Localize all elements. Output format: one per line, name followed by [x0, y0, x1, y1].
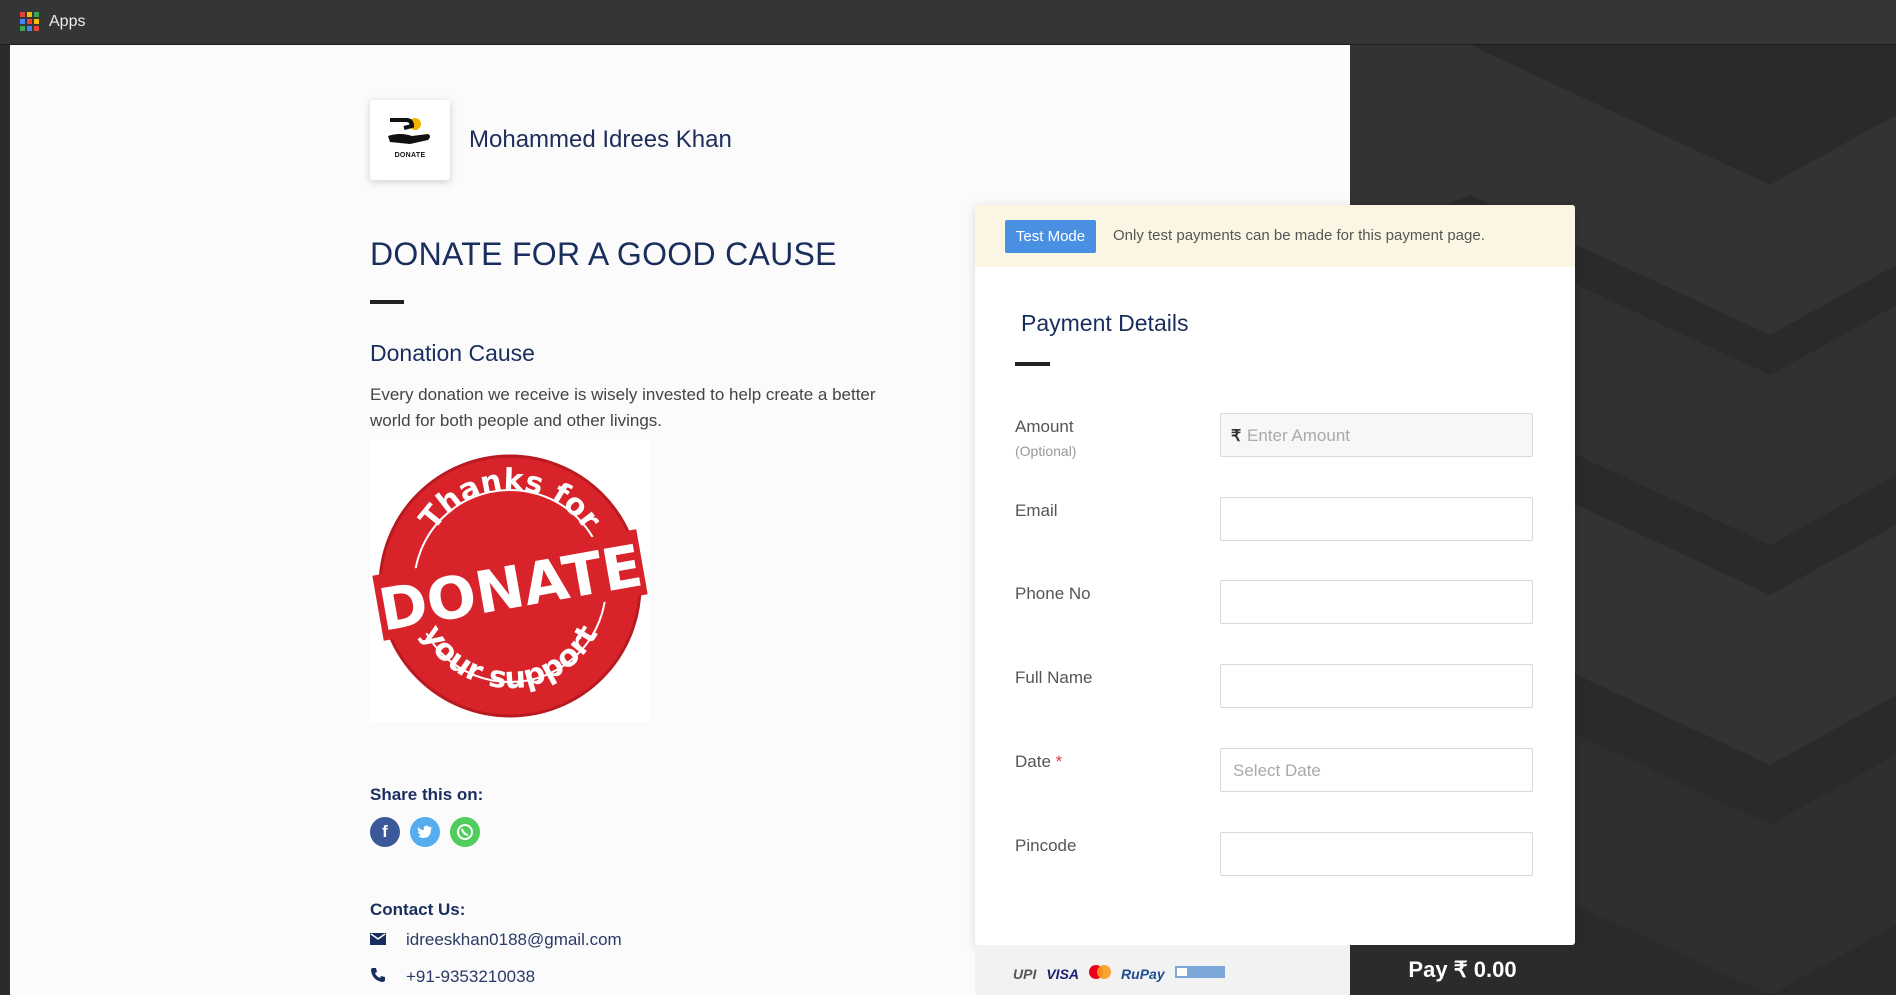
mastercard-icon [1089, 965, 1112, 982]
contact-label: Contact Us: [370, 900, 466, 919]
full-name-label: Full Name [1015, 668, 1093, 687]
share-label: Share this on: [370, 785, 484, 804]
upi-logo: UPI [1013, 965, 1037, 982]
amount-label: Amount [1015, 417, 1074, 436]
share-buttons: f [370, 817, 480, 847]
whatsapp-icon[interactable] [450, 817, 480, 847]
pincode-input[interactable] [1220, 832, 1533, 876]
donate-stamp-image: Thanks for DONATE your support [370, 440, 650, 722]
donate-hand-icon [388, 118, 430, 144]
merchant-name: Mohammed Idrees Khan [469, 126, 732, 153]
netbanking-icon [1174, 965, 1225, 982]
rupay-logo: RuPay [1121, 965, 1165, 982]
browser-bookmarks-bar: Apps [0, 0, 1896, 45]
title-underline [370, 300, 404, 304]
cause-description: Every donation we receive is wisely inve… [370, 385, 876, 430]
apps-grid-icon [20, 12, 39, 31]
pay-button[interactable]: Pay ₹ 0.00 [1350, 945, 1575, 995]
date-input[interactable]: Select Date [1220, 748, 1533, 792]
email-input[interactable] [1220, 497, 1533, 541]
page-title: DONATE FOR A GOOD CAUSE [370, 236, 837, 272]
test-mode-banner: Test Mode Only test payments can be made… [975, 205, 1575, 267]
merchant-logo: DONATE [370, 100, 450, 180]
amount-input[interactable]: ₹ Enter Amount [1220, 413, 1533, 457]
amount-sublabel: (Optional) [1015, 443, 1077, 459]
date-label: Date * [1015, 752, 1062, 772]
visa-logo: VISA [1046, 965, 1080, 982]
payment-methods: UPI VISA RuPay [1013, 965, 1225, 982]
apps-label: Apps [49, 12, 86, 30]
phone-text: +91-9353210038 [406, 967, 536, 986]
required-mark: * [1055, 752, 1063, 771]
payment-heading-underline [1015, 362, 1050, 366]
payment-card: Test Mode Only test payments can be made… [975, 205, 1575, 945]
apps-shortcut[interactable]: Apps [20, 12, 85, 31]
cause-heading: Donation Cause [370, 340, 535, 366]
phone-input[interactable] [1220, 580, 1533, 624]
contact-email[interactable]: idreeskhan0188@gmail.com [370, 930, 622, 950]
twitter-icon[interactable] [410, 817, 440, 847]
date-placeholder: Select Date [1233, 761, 1321, 780]
logo-text: DONATE [394, 152, 426, 159]
rupee-icon: ₹ [1231, 428, 1242, 445]
phone-label: Phone No [1015, 584, 1091, 603]
pincode-label: Pincode [1015, 836, 1077, 855]
amount-placeholder: Enter Amount [1247, 426, 1351, 445]
date-label-text: Date [1015, 752, 1051, 771]
email-label: Email [1015, 501, 1058, 520]
mail-icon [370, 932, 388, 949]
test-mode-message: Only test payments can be made for this … [1113, 227, 1485, 244]
test-mode-badge: Test Mode [1005, 220, 1096, 253]
payment-details-heading: Payment Details [1021, 310, 1189, 336]
email-text: idreeskhan0188@gmail.com [406, 930, 622, 949]
phone-icon [370, 967, 388, 987]
full-name-input[interactable] [1220, 664, 1533, 708]
facebook-icon[interactable]: f [370, 817, 400, 847]
contact-phone[interactable]: +91-9353210038 [370, 967, 535, 987]
